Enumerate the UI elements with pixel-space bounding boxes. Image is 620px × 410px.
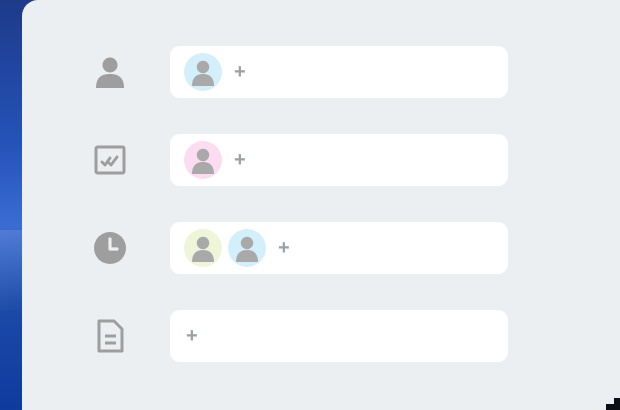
row-clock: + — [22, 222, 620, 274]
person-silhouette-icon — [192, 60, 214, 86]
avatar[interactable] — [184, 53, 222, 91]
resize-corner-icon[interactable] — [606, 398, 620, 410]
avatar[interactable] — [228, 229, 266, 267]
assignee-field-person[interactable]: + — [170, 46, 508, 98]
assignee-field-approval[interactable]: + — [170, 134, 508, 186]
row-document: + — [22, 310, 620, 362]
assignee-field-clock[interactable]: + — [170, 222, 508, 274]
add-assignee-button[interactable]: + — [278, 238, 290, 258]
person-silhouette-icon — [192, 236, 214, 262]
approval-checks-icon — [92, 142, 128, 178]
avatar[interactable] — [184, 229, 222, 267]
clock-icon — [92, 230, 128, 266]
row-person: + — [22, 46, 620, 98]
assignment-panel: + + + + — [22, 0, 620, 410]
add-assignee-button[interactable]: + — [234, 150, 246, 170]
person-silhouette-icon — [192, 148, 214, 174]
app-window: + + + + — [0, 0, 620, 410]
row-approval: + — [22, 134, 620, 186]
assignee-field-document[interactable]: + — [170, 310, 508, 362]
add-assignee-button[interactable]: + — [234, 62, 246, 82]
person-silhouette-icon — [236, 236, 258, 262]
avatar[interactable] — [184, 141, 222, 179]
add-assignee-button[interactable]: + — [186, 326, 198, 346]
person-icon — [92, 54, 128, 90]
document-icon — [92, 318, 128, 354]
